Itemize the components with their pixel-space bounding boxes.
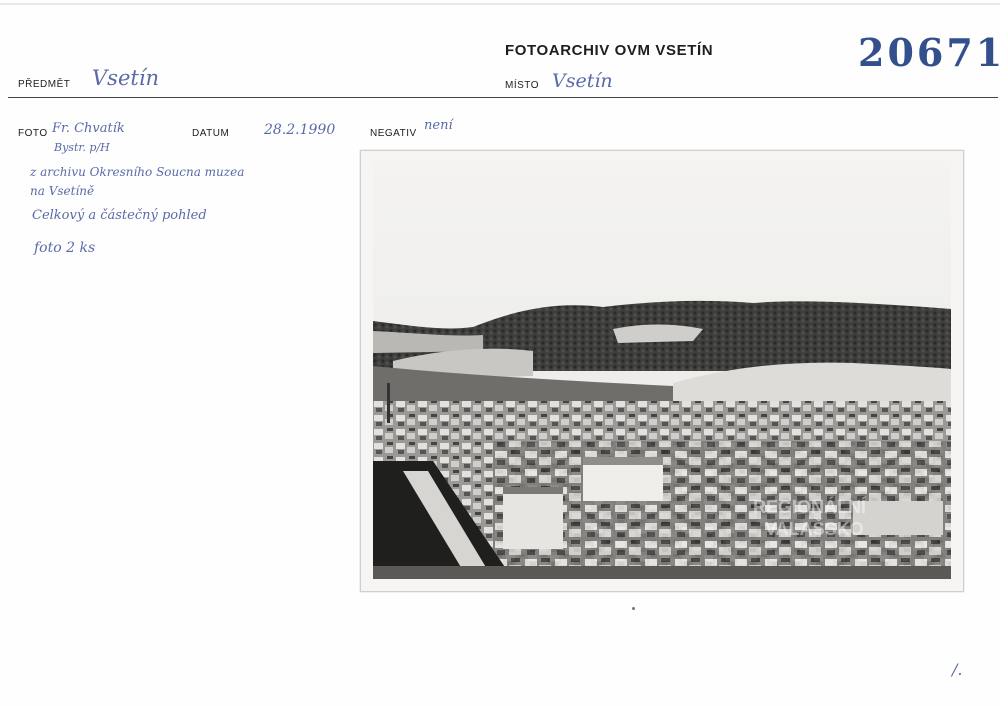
corner-mark: /. xyxy=(952,660,963,679)
photographer-name: Fr. Chvatík xyxy=(52,121,125,136)
place-label: MÍSTO xyxy=(505,80,539,91)
archive-title: FOTOARCHIV OVM VSETÍN xyxy=(505,42,714,59)
note-line-1: z archivu Okresního Soucna muzea xyxy=(30,165,245,179)
negative-value: není xyxy=(424,118,453,133)
foreground xyxy=(373,566,951,579)
header-rule xyxy=(8,97,998,98)
school-building xyxy=(583,461,663,501)
date-value: 28.2.1990 xyxy=(264,122,336,138)
note-line-2: na Vsetíně xyxy=(30,184,95,198)
school-roof xyxy=(583,457,663,465)
subject-label: PŘEDMĚT xyxy=(18,79,71,90)
photographer-place: Bystr. p/H xyxy=(54,141,110,154)
photo-label: FOTO xyxy=(18,128,48,139)
town-panorama-image: REGIONÁLNÍ VALAŠSKO xyxy=(373,161,951,579)
apartment-building xyxy=(853,501,943,535)
place-value: Vsetín xyxy=(552,70,613,92)
negative-label: NEGATIV xyxy=(370,128,417,139)
watermark-line-2: VALAŠSKO xyxy=(765,518,864,539)
hill-clearing xyxy=(613,324,703,343)
block-building xyxy=(503,491,563,549)
punch-dot xyxy=(632,607,635,610)
block-roof xyxy=(503,487,563,494)
subject-value: Vsetín xyxy=(92,66,160,90)
date-label: DATUM xyxy=(192,128,230,139)
note-line-3: Celkový a částečný pohled xyxy=(32,208,207,223)
note-line-4: foto 2 ks xyxy=(34,240,96,256)
top-border xyxy=(0,3,1000,5)
inventory-number: 20671 xyxy=(858,30,1000,75)
chimney xyxy=(387,383,390,423)
watermark-line-1: REGIONÁLNÍ xyxy=(753,496,867,517)
photograph: REGIONÁLNÍ VALAŠSKO xyxy=(360,150,964,592)
